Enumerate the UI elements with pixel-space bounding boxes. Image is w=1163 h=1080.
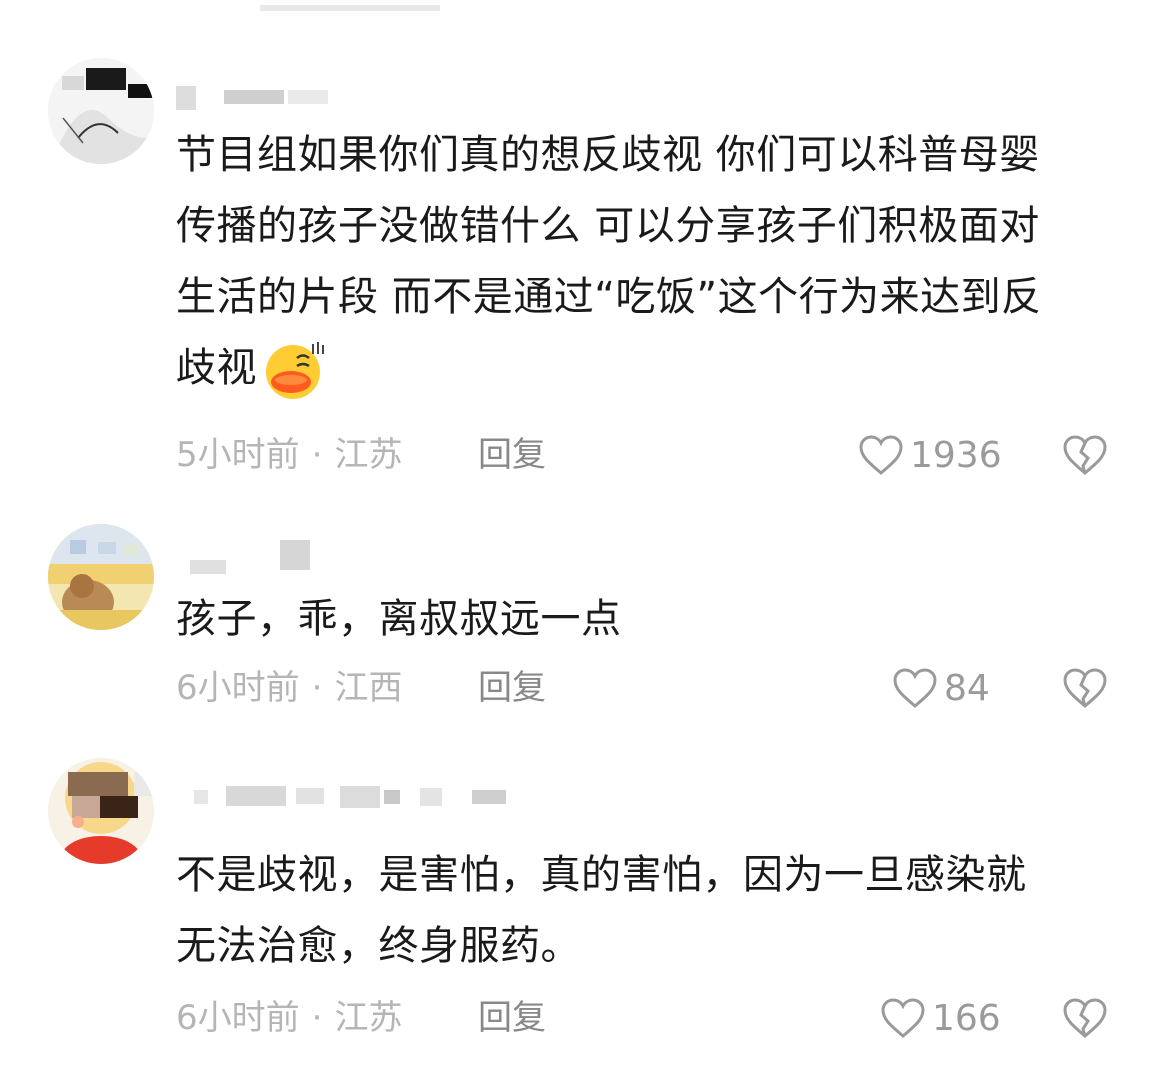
username-blurred[interactable] — [176, 86, 346, 110]
reply-button[interactable]: 回复 — [478, 666, 546, 710]
timestamp: 6小时前 — [176, 668, 300, 708]
reply-button[interactable]: 回复 — [478, 433, 546, 477]
like-count: 1936 — [910, 434, 1002, 476]
heart-outline-icon — [893, 668, 937, 708]
avatar[interactable] — [48, 58, 154, 164]
cropped-header — [0, 0, 1163, 11]
like-count: 84 — [944, 667, 990, 709]
avatar[interactable] — [48, 524, 154, 630]
comment-meta: 5小时前 · 江苏 — [176, 435, 403, 475]
comment-text: 孩子，乖，离叔叔远一点 — [176, 596, 622, 642]
broken-heart-icon[interactable] — [1062, 997, 1108, 1039]
timestamp: 6小时前 — [176, 998, 300, 1038]
like-count: 166 — [932, 997, 1001, 1039]
timestamp: 5小时前 — [176, 435, 300, 475]
heart-outline-icon — [859, 435, 903, 475]
location: 江苏 — [334, 435, 403, 475]
like-button[interactable]: 1936 — [858, 432, 1002, 478]
heart-outline-icon — [881, 998, 925, 1038]
comment-meta: 6小时前 · 江西 — [176, 668, 403, 708]
broken-heart-icon[interactable] — [1062, 667, 1108, 709]
like-button[interactable]: 166 — [880, 995, 1001, 1041]
reply-button[interactable]: 回复 — [478, 996, 546, 1040]
username-blurred[interactable] — [176, 540, 336, 574]
location: 江苏 — [334, 998, 403, 1038]
avatar[interactable] — [48, 758, 154, 864]
comment-text: 不是歧视，是害怕，真的害怕，因为一旦感染就 无法治愈，终身服药。 — [176, 852, 1027, 969]
username-blurred[interactable] — [176, 786, 506, 810]
smiling-duck-emoji-icon — [261, 340, 325, 400]
broken-heart-icon[interactable] — [1062, 434, 1108, 476]
location: 江西 — [334, 668, 403, 708]
comment-text: 节目组如果你们真的想反歧视 你们可以科普母婴 传播的孩子没做错什么 可以分享孩子… — [176, 120, 1111, 404]
like-button[interactable]: 84 — [892, 665, 990, 711]
comment-meta: 6小时前 · 江苏 — [176, 998, 403, 1038]
